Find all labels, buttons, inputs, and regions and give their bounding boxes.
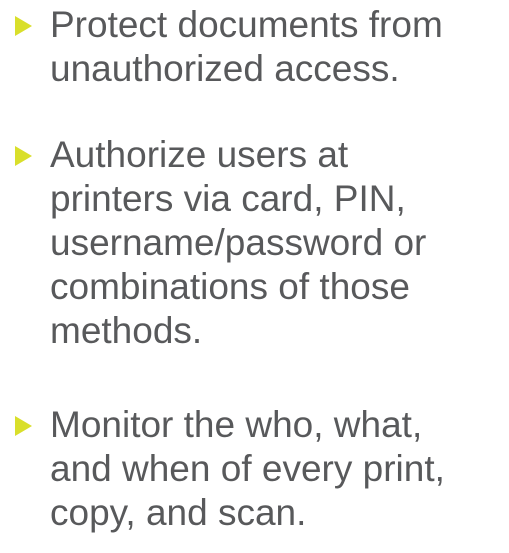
triangle-bullet-icon — [12, 415, 34, 437]
bullet-line: Monitor the who, what, — [50, 404, 423, 445]
bullet-line: and when of every print, — [50, 448, 445, 489]
bullet-line: printers via card, PIN, — [50, 178, 406, 219]
bullet-text: Authorize users at printers via card, PI… — [50, 133, 505, 353]
bullet-text: Monitor the who, what, and when of every… — [50, 403, 505, 535]
bullet-line: unauthorized access. — [50, 48, 400, 89]
bullet-text: Protect documents from unauthorized acce… — [50, 3, 505, 91]
bullet-line: methods. — [50, 310, 203, 351]
bullet-line: copy, and scan. — [50, 492, 307, 533]
bullet-line: Authorize users at — [50, 134, 349, 175]
triangle-bullet-icon — [12, 15, 34, 37]
triangle-bullet-icon — [12, 145, 34, 167]
bullet-line: Protect documents from — [50, 4, 443, 45]
bullet-list: Protect documents from unauthorized acce… — [0, 0, 509, 553]
bullet-line: username/password or — [50, 222, 427, 263]
bullet-line: combinations of those — [50, 266, 410, 307]
